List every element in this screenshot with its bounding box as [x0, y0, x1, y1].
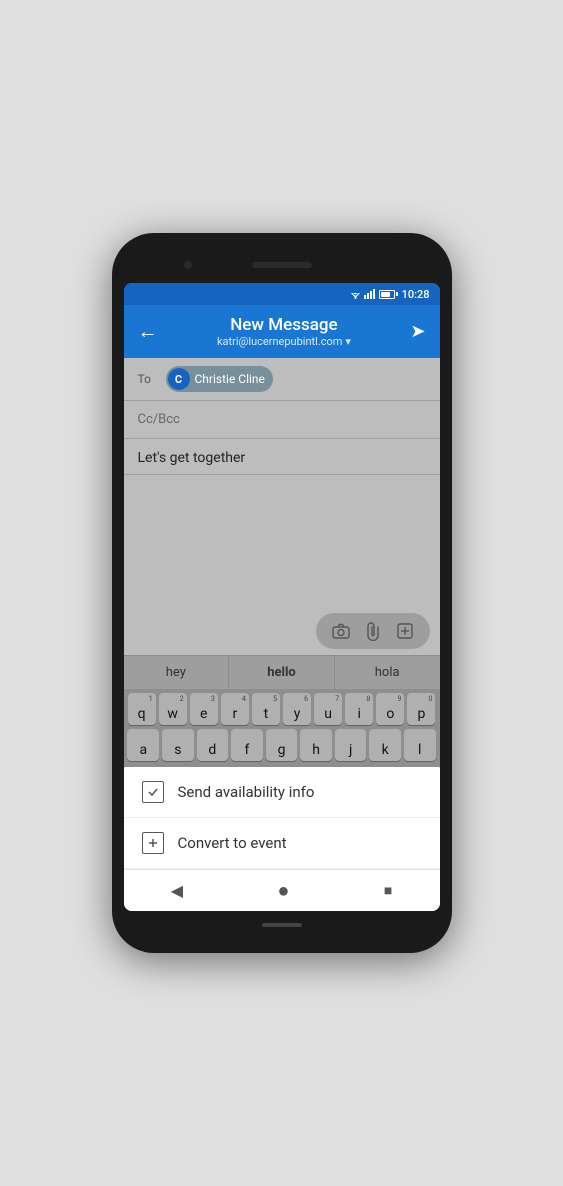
- key-a[interactable]: a: [127, 729, 159, 761]
- key-i[interactable]: 8i: [345, 693, 373, 725]
- availability-label: Send availability info: [178, 783, 315, 801]
- sheet-item-availability[interactable]: Send availability info: [124, 767, 440, 818]
- keyboard-row-1: 1q 2w 3e 4r 5t 6y 7u 8i 9o 0p: [128, 693, 436, 725]
- key-o[interactable]: 9o: [376, 693, 404, 725]
- wifi-icon: [350, 290, 361, 299]
- app-header: ← New Message katri@lucernepubintl.com ▾…: [124, 305, 440, 358]
- subject-text: Let's get together: [138, 450, 246, 466]
- subject-field[interactable]: Let's get together: [124, 439, 440, 475]
- key-q[interactable]: 1q: [128, 693, 156, 725]
- attachment-button[interactable]: [358, 617, 388, 645]
- back-button[interactable]: ←: [138, 319, 158, 344]
- recents-nav-button[interactable]: ■: [384, 882, 392, 899]
- camera-button[interactable]: [326, 617, 356, 645]
- status-icons: 10:28: [350, 288, 430, 301]
- sheet-item-convert[interactable]: Convert to event: [124, 818, 440, 869]
- recipient-name: Christie Cline: [195, 372, 265, 386]
- key-p[interactable]: 0p: [407, 693, 435, 725]
- home-nav-button[interactable]: ●: [277, 878, 289, 903]
- phone-bottom-bar: [124, 915, 440, 935]
- header-subtitle: katri@lucernepubintl.com ▾: [166, 335, 403, 348]
- header-title: New Message: [166, 315, 403, 335]
- attachment-toolbar: [124, 607, 440, 655]
- key-y[interactable]: 6y: [283, 693, 311, 725]
- key-h[interactable]: h: [300, 729, 332, 761]
- key-e[interactable]: 3e: [190, 693, 218, 725]
- cc-bcc-field[interactable]: Cc/Bcc: [124, 401, 440, 439]
- phone-screen: 10:28 ← New Message katri@lucernepubintl…: [124, 283, 440, 911]
- home-indicator: [262, 923, 302, 927]
- key-f[interactable]: f: [231, 729, 263, 761]
- back-nav-button[interactable]: ◀: [171, 881, 183, 900]
- suggestion-hello[interactable]: hello: [229, 656, 335, 689]
- speaker-bar: [252, 262, 312, 268]
- plus-icon: [142, 832, 164, 854]
- suggestion-hey[interactable]: hey: [124, 656, 230, 689]
- key-w[interactable]: 2w: [159, 693, 187, 725]
- battery-icon: [379, 290, 395, 299]
- keyboard-row-2: a s d f g h j k l: [128, 729, 436, 761]
- compose-area: To C Christie Cline Cc/Bcc Let's get tog…: [124, 358, 440, 911]
- recipient-chip[interactable]: C Christie Cline: [166, 366, 273, 392]
- signal-icon: [364, 289, 376, 299]
- body-area[interactable]: [124, 475, 440, 607]
- key-j[interactable]: j: [335, 729, 367, 761]
- bottom-sheet: Send availability info Convert to event …: [124, 767, 440, 911]
- phone-frame: 10:28 ← New Message katri@lucernepubintl…: [112, 233, 452, 953]
- suggestion-hola[interactable]: hola: [335, 656, 440, 689]
- dropdown-icon[interactable]: ▾: [345, 335, 351, 348]
- status-bar: 10:28: [124, 283, 440, 305]
- to-field[interactable]: To C Christie Cline: [124, 358, 440, 401]
- send-button[interactable]: ➤: [410, 321, 425, 342]
- key-u[interactable]: 7u: [314, 693, 342, 725]
- key-k[interactable]: k: [369, 729, 401, 761]
- key-s[interactable]: s: [162, 729, 194, 761]
- cc-bcc-label: Cc/Bcc: [138, 412, 180, 427]
- key-t[interactable]: 5t: [252, 693, 280, 725]
- status-time: 10:28: [402, 288, 430, 301]
- key-r[interactable]: 4r: [221, 693, 249, 725]
- suggestions-bar: hey hello hola: [124, 655, 440, 689]
- header-center: New Message katri@lucernepubintl.com ▾: [158, 315, 411, 348]
- keyboard-area: 1q 2w 3e 4r 5t 6y 7u 8i 9o 0p a s d f g: [124, 689, 440, 767]
- key-d[interactable]: d: [197, 729, 229, 761]
- add-button[interactable]: [390, 617, 420, 645]
- camera-dot: [184, 261, 192, 269]
- convert-label: Convert to event: [178, 834, 287, 852]
- phone-top-bar: [124, 251, 440, 279]
- toolbar-pill: [316, 613, 430, 649]
- nav-bar: ◀ ● ■: [124, 869, 440, 911]
- key-l[interactable]: l: [404, 729, 436, 761]
- check-icon: [142, 781, 164, 803]
- battery-fill: [381, 292, 391, 297]
- recipient-avatar: C: [168, 368, 190, 390]
- to-label: To: [138, 372, 158, 386]
- key-g[interactable]: g: [266, 729, 298, 761]
